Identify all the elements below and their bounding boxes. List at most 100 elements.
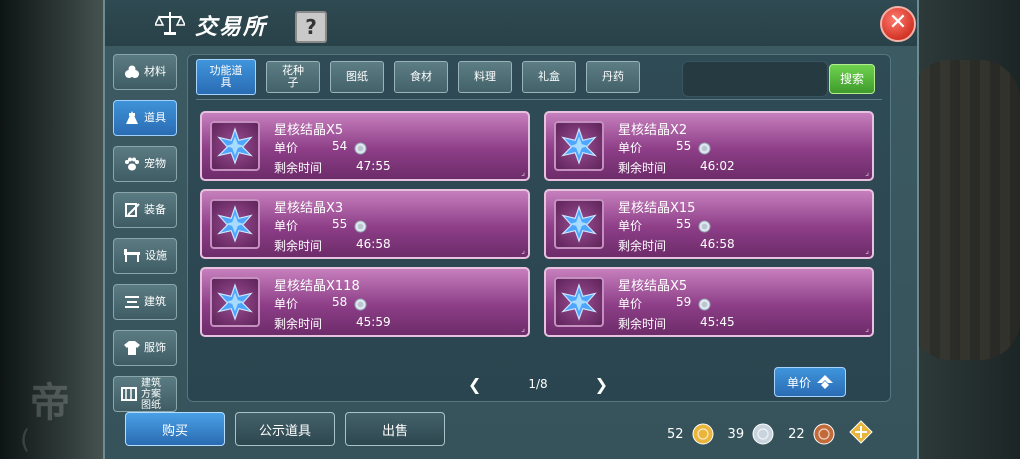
building-icon <box>125 296 139 308</box>
tools-icon <box>126 111 138 124</box>
background-text: 帝 <box>30 380 74 426</box>
time-remaining-label: 剩余时间 <box>274 239 323 253</box>
time-remaining-label: 剩余时间 <box>618 239 667 253</box>
listing-card[interactable]: 星核结晶X5 单价 54 剩余时间 47:55 ⌟ <box>200 111 530 181</box>
sidebar-item-pets[interactable]: 宠物 <box>113 146 177 182</box>
item-slot <box>554 277 604 327</box>
item-name: 星核结晶X15 <box>618 201 696 216</box>
sidebar-item-equipment[interactable]: 装备 <box>113 192 177 228</box>
help-button[interactable]: ? <box>295 11 327 43</box>
sidebar-item-clothing[interactable]: 服饰 <box>113 330 177 366</box>
listing-card[interactable]: 星核结晶X5 单价 59 剩余时间 45:45 ⌟ <box>544 267 874 337</box>
action-bar: 购买 公示道具 出售 <box>125 412 445 446</box>
silver-coin-icon <box>354 296 367 315</box>
unit-price: 54 <box>332 139 348 153</box>
item-slot <box>554 199 604 249</box>
tab-elixir[interactable]: 丹药 <box>586 61 640 93</box>
sidebar-item-facility[interactable]: 设施 <box>113 238 177 274</box>
buy-button[interactable]: 购买 <box>125 412 225 446</box>
background-barrel <box>910 60 1020 360</box>
time-remaining-label: 剩余时间 <box>618 317 667 331</box>
corner-mark-icon: ⌟ <box>865 168 869 177</box>
sidebar-item-materials[interactable]: 材料 <box>113 54 177 90</box>
publicize-items-button[interactable]: 公示道具 <box>235 412 335 446</box>
tab-functional-items[interactable]: 功能道具 <box>196 59 256 95</box>
unit-price: 55 <box>676 217 692 231</box>
price-label: 单价 <box>618 297 643 311</box>
sidebar-item-building[interactable]: 建筑 <box>113 284 177 320</box>
sidebar-item-label: 设施 <box>145 249 167 262</box>
page-indicator: 1/8 <box>528 377 548 391</box>
add-currency-icon[interactable] <box>848 420 873 448</box>
corner-mark-icon: ⌟ <box>865 246 869 255</box>
time-remaining: 45:59 <box>356 315 391 329</box>
tab-flower-seeds[interactable]: 花种子 <box>266 61 320 93</box>
prev-page-button[interactable]: ❮ <box>468 375 481 394</box>
silver-coin-icon <box>698 296 711 315</box>
tab-blueprints[interactable]: 图纸 <box>330 61 384 93</box>
listing-panel: 功能道具 花种子 图纸 食材 料理 礼盒 丹药 搜索 星核结晶X5 单价 54 剩余时… <box>187 54 891 402</box>
gold-coin-icon <box>692 423 714 445</box>
silver-coin-icon <box>354 140 367 159</box>
tab-gift-box[interactable]: 礼盒 <box>522 61 576 93</box>
sidebar-item-label: 宠物 <box>144 157 166 170</box>
clothing-icon <box>124 341 140 355</box>
silver-coin-icon <box>698 140 711 159</box>
blueprint-icon <box>121 387 137 401</box>
arrow-up-icon <box>817 375 833 389</box>
item-slot <box>210 199 260 249</box>
item-name: 星核结晶X3 <box>274 201 344 216</box>
close-button[interactable]: ✕ <box>880 6 916 42</box>
divider <box>196 99 882 100</box>
item-name: 星核结晶X5 <box>274 123 344 138</box>
background-text: ( <box>20 425 31 455</box>
star-crystal-icon <box>561 205 597 243</box>
time-remaining: 46:02 <box>700 159 735 173</box>
silver-coin-icon <box>752 423 774 445</box>
sidebar-item-tools[interactable]: 道具 <box>113 100 177 136</box>
time-remaining: 45:45 <box>700 315 735 329</box>
search-input[interactable] <box>682 61 828 97</box>
title-bar: 交易所 ? <box>105 0 917 46</box>
sort-by-price-button[interactable]: 单价 <box>774 367 846 397</box>
corner-mark-icon: ⌟ <box>865 324 869 333</box>
unit-price: 55 <box>676 139 692 153</box>
listing-card[interactable]: 星核结晶X15 单价 55 剩余时间 46:58 ⌟ <box>544 189 874 259</box>
currency-amount: 22 <box>788 426 805 442</box>
materials-icon <box>125 65 139 78</box>
time-remaining-label: 剩余时间 <box>618 161 667 175</box>
listing-card[interactable]: 星核结晶X2 单价 55 剩余时间 46:02 ⌟ <box>544 111 874 181</box>
search-button[interactable]: 搜索 <box>829 64 875 94</box>
sidebar-item-label: 建筑方案图纸 <box>141 377 161 411</box>
paw-icon <box>125 157 139 171</box>
exchange-window: 交易所 ? ✕ 材料 道具 宠物 装备 设施 建筑 服饰 建筑方案图纸 功能道具… <box>103 0 919 459</box>
tab-ingredients[interactable]: 食材 <box>394 61 448 93</box>
price-label: 单价 <box>274 297 299 311</box>
sidebar-item-label: 服饰 <box>144 341 166 354</box>
sell-button[interactable]: 出售 <box>345 412 445 446</box>
equipment-icon <box>125 203 140 217</box>
category-sidebar: 材料 道具 宠物 装备 设施 建筑 服饰 建筑方案图纸 <box>113 54 177 422</box>
sidebar-item-blueprints[interactable]: 建筑方案图纸 <box>113 376 177 412</box>
sort-label: 单价 <box>786 375 811 390</box>
item-slot <box>210 121 260 171</box>
time-remaining-label: 剩余时间 <box>274 317 323 331</box>
page-title: 交易所 <box>195 15 268 40</box>
currency-item: 22 <box>788 423 835 445</box>
item-slot <box>554 121 604 171</box>
price-label: 单价 <box>274 141 299 155</box>
item-name: 星核结晶X5 <box>618 279 688 294</box>
next-page-button[interactable]: ❯ <box>595 375 608 394</box>
tab-cuisine[interactable]: 料理 <box>458 61 512 93</box>
corner-mark-icon: ⌟ <box>521 324 525 333</box>
sidebar-item-label: 建筑 <box>144 295 166 308</box>
listing-card[interactable]: 星核结晶X118 单价 58 剩余时间 45:59 ⌟ <box>200 267 530 337</box>
corner-mark-icon: ⌟ <box>521 168 525 177</box>
unit-price: 59 <box>676 295 692 309</box>
currency-amount: 52 <box>667 426 684 442</box>
listing-card[interactable]: 星核结晶X3 单价 55 剩余时间 46:58 ⌟ <box>200 189 530 259</box>
corner-mark-icon: ⌟ <box>521 246 525 255</box>
time-remaining: 46:58 <box>700 237 735 251</box>
star-crystal-icon <box>561 127 597 165</box>
star-crystal-icon <box>217 283 253 321</box>
